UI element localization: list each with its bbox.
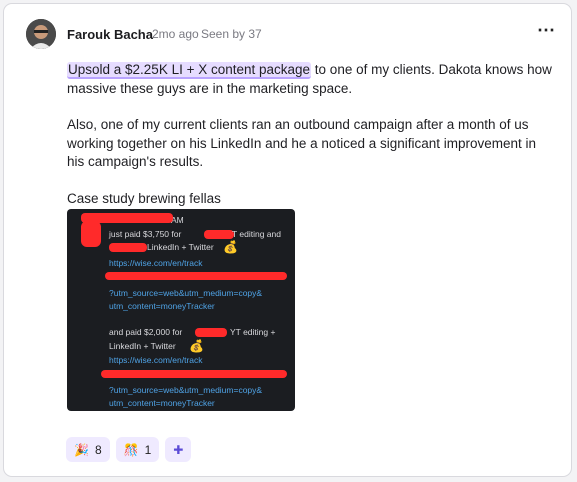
reaction-count: 8 — [94, 442, 102, 457]
post-time: 2mo ago — [152, 27, 199, 41]
avatar[interactable] — [26, 19, 56, 49]
post-paragraph-3: Case study brewing fellas — [67, 190, 221, 206]
post-body: Upsold a $2.25K LI + X content package t… — [67, 61, 557, 226]
highlighted-text: Upsold a $2.25K LI + X content package — [67, 62, 312, 79]
message-text: LinkedIn + Twitter — [109, 341, 176, 351]
redaction — [81, 221, 101, 247]
link[interactable]: https://wise.com/en/track — [109, 256, 203, 270]
money-bag-icon: 💰 — [189, 339, 204, 353]
redaction — [105, 272, 287, 280]
time-label: AM — [171, 215, 184, 225]
post-paragraph-2: Also, one of my current clients ran an o… — [67, 117, 537, 169]
redaction — [195, 328, 227, 337]
link[interactable]: ?utm_source=web&utm_medium=copy& — [109, 286, 262, 300]
party-popper-icon: 🎉 — [74, 442, 89, 457]
link[interactable]: utm_content=moneyTracker — [109, 396, 215, 410]
link[interactable]: utm_content=moneyTracker — [109, 299, 215, 313]
message-text: LinkedIn + Twitter — [147, 242, 214, 252]
more-options-icon[interactable]: ⋯ — [537, 21, 555, 39]
reaction-confetti[interactable]: 🎊 1 — [115, 437, 160, 462]
confetti-icon: 🎊 — [123, 442, 139, 457]
redaction — [109, 243, 147, 252]
money-bag-icon: 💰 — [223, 240, 238, 254]
message-text: YT editing + — [230, 327, 276, 337]
redaction — [204, 230, 234, 239]
reaction-count: 1 — [144, 442, 152, 457]
redaction — [101, 370, 287, 378]
author-name[interactable]: Farouk Bacha — [67, 27, 153, 42]
seen-count[interactable]: Seen by 37 — [201, 27, 262, 41]
message-text: T editing and — [232, 229, 281, 239]
reaction-bar: 🎉 8 🎊 1 ✚ — [66, 437, 192, 462]
attached-screenshot[interactable]: AM just paid $3,750 for T editing and Li… — [67, 209, 295, 411]
post-paragraph-1: Upsold a $2.25K LI + X content package t… — [67, 61, 557, 98]
post-card: Farouk Bacha 2mo ago Seen by 37 ⋯ Upsold… — [3, 3, 572, 477]
add-reaction-button[interactable]: ✚ — [165, 437, 192, 462]
reaction-party[interactable]: 🎉 8 — [66, 437, 110, 462]
link[interactable]: ?utm_source=web&utm_medium=copy& — [109, 383, 262, 397]
add-reaction-icon: ✚ — [173, 442, 184, 457]
message-text: just paid $3,750 for — [109, 229, 182, 239]
link[interactable]: https://wise.com/en/track — [109, 353, 203, 367]
message-text: and paid $2,000 for — [109, 327, 183, 337]
